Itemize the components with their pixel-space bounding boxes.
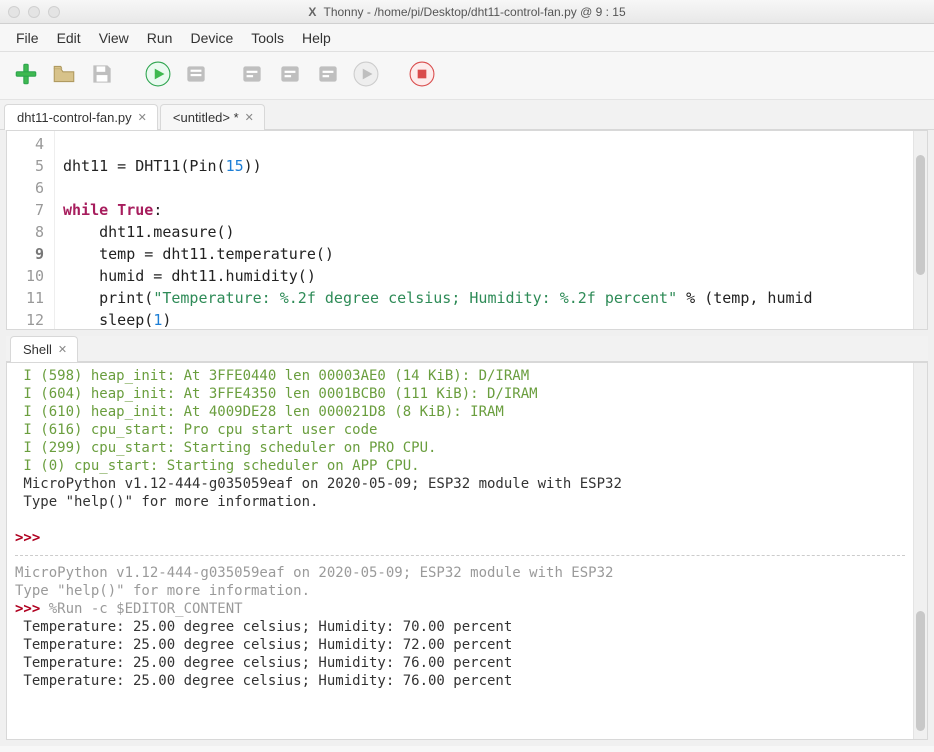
shell-tab-label: Shell — [23, 342, 52, 357]
titlebar: X Thonny - /home/pi/Desktop/dht11-contro… — [0, 0, 934, 24]
run-button[interactable] — [142, 60, 174, 92]
line-number: 12 — [7, 309, 44, 330]
shell-tabbar: Shell ✕ — [6, 336, 928, 362]
shell-boot-line: I (610) heap_init: At 4009DE28 len 00002… — [15, 403, 905, 421]
editor-tab-label: dht11-control-fan.py — [17, 110, 132, 125]
shell-prompt-line[interactable]: >>> — [15, 529, 905, 547]
editor-scroll-thumb[interactable] — [916, 155, 925, 275]
editor-tab[interactable]: dht11-control-fan.py ✕ — [4, 104, 158, 130]
shell-boot-line: I (299) cpu_start: Starting scheduler on… — [15, 439, 905, 457]
menubar: FileEditViewRunDeviceToolsHelp — [0, 24, 934, 52]
new-file-button[interactable] — [10, 60, 42, 92]
play-green-icon — [145, 61, 171, 90]
shell-blank — [15, 511, 905, 529]
shell-boot-line: I (0) cpu_start: Starting scheduler on A… — [15, 457, 905, 475]
stop-red-icon — [409, 61, 435, 90]
line-number: 5 — [7, 155, 44, 177]
editor-tab-label: <untitled> * — [173, 110, 239, 125]
shell-run-line[interactable]: >>> %Run -c $EDITOR_CONTENT — [15, 600, 905, 618]
code-line[interactable]: sleep(1) — [63, 309, 905, 329]
resume-gray-icon — [353, 61, 379, 90]
close-icon[interactable]: ✕ — [58, 343, 67, 356]
step-into-gray-icon — [277, 61, 303, 90]
code-line[interactable] — [63, 133, 905, 155]
shell-divider — [15, 555, 905, 556]
shell-output-line: Temperature: 25.00 degree celsius; Humid… — [15, 672, 905, 690]
save-gray-icon — [89, 61, 115, 90]
shell-sys-line: Type "help()" for more information. — [15, 493, 905, 511]
code-line[interactable]: temp = dht11.temperature() — [63, 243, 905, 265]
step-into-button[interactable] — [274, 60, 306, 92]
code-line[interactable]: dht11 = DHT11(Pin(15)) — [63, 155, 905, 177]
menu-tools[interactable]: Tools — [243, 26, 292, 50]
editor-gutter: 456789101112 — [7, 131, 55, 329]
toolbar — [0, 52, 934, 100]
shell-boot-line: I (598) heap_init: At 3FFE0440 len 00003… — [15, 367, 905, 385]
shell-tab[interactable]: Shell ✕ — [10, 336, 78, 362]
code-line[interactable]: dht11.measure() — [63, 221, 905, 243]
shell-output-line: Temperature: 25.00 degree celsius; Humid… — [15, 654, 905, 672]
step-out-button[interactable] — [312, 60, 344, 92]
shell-banner-line: MicroPython v1.12-444-g035059eaf on 2020… — [15, 564, 905, 582]
debug-button[interactable] — [180, 60, 212, 92]
shell-output-line: Temperature: 25.00 degree celsius; Humid… — [15, 618, 905, 636]
save-file-button[interactable] — [86, 60, 118, 92]
plus-green-icon — [13, 61, 39, 90]
shell-banner-line: Type "help()" for more information. — [15, 582, 905, 600]
editor-scrollbar[interactable] — [913, 131, 927, 329]
menu-run[interactable]: Run — [139, 26, 181, 50]
stop-button[interactable] — [406, 60, 438, 92]
folder-open-icon — [51, 61, 77, 90]
menu-help[interactable]: Help — [294, 26, 339, 50]
line-number: 6 — [7, 177, 44, 199]
line-number: 11 — [7, 287, 44, 309]
shell-output-line: Temperature: 25.00 degree celsius; Humid… — [15, 636, 905, 654]
code-line[interactable] — [63, 177, 905, 199]
menu-device[interactable]: Device — [182, 26, 241, 50]
code-line[interactable]: humid = dht11.humidity() — [63, 265, 905, 287]
editor[interactable]: 456789101112 dht11 = DHT11(Pin(15)) whil… — [6, 130, 928, 330]
shell-sys-line: MicroPython v1.12-444-g035059eaf on 2020… — [15, 475, 905, 493]
close-icon[interactable]: ✕ — [138, 111, 147, 124]
line-number: 8 — [7, 221, 44, 243]
editor-tab[interactable]: <untitled> * ✕ — [160, 104, 265, 130]
menu-view[interactable]: View — [91, 26, 137, 50]
editor-tabbar: dht11-control-fan.py ✕ <untitled> * ✕ — [0, 100, 934, 130]
line-number: 4 — [7, 133, 44, 155]
resume-button[interactable] — [350, 60, 382, 92]
line-number: 7 — [7, 199, 44, 221]
editor-code[interactable]: dht11 = DHT11(Pin(15)) while True: dht11… — [55, 131, 913, 329]
step-over-gray-icon — [239, 61, 265, 90]
menu-file[interactable]: File — [8, 26, 47, 50]
shell-boot-line: I (604) heap_init: At 3FFE4350 len 0001B… — [15, 385, 905, 403]
close-icon[interactable]: ✕ — [245, 111, 254, 124]
line-number: 9 — [7, 243, 44, 265]
open-file-button[interactable] — [48, 60, 80, 92]
code-line[interactable]: while True: — [63, 199, 905, 221]
window-title-text: Thonny - /home/pi/Desktop/dht11-control-… — [324, 5, 626, 19]
shell-scroll-thumb[interactable] — [916, 611, 925, 731]
menu-edit[interactable]: Edit — [49, 26, 89, 50]
step-over-button[interactable] — [236, 60, 268, 92]
step-out-gray-icon — [315, 61, 341, 90]
shell-scrollbar[interactable] — [913, 363, 927, 739]
shell-panel: I (598) heap_init: At 3FFE0440 len 00003… — [6, 362, 928, 740]
statusbar — [0, 746, 934, 752]
code-line[interactable]: print("Temperature: %.2f degree celsius;… — [63, 287, 905, 309]
shell-boot-line: I (616) cpu_start: Pro cpu start user co… — [15, 421, 905, 439]
bug-gray-icon — [183, 61, 209, 90]
window-title: X Thonny - /home/pi/Desktop/dht11-contro… — [0, 5, 934, 19]
app-x-icon: X — [308, 5, 316, 19]
shell-output[interactable]: I (598) heap_init: At 3FFE0440 len 00003… — [7, 363, 913, 739]
line-number: 10 — [7, 265, 44, 287]
